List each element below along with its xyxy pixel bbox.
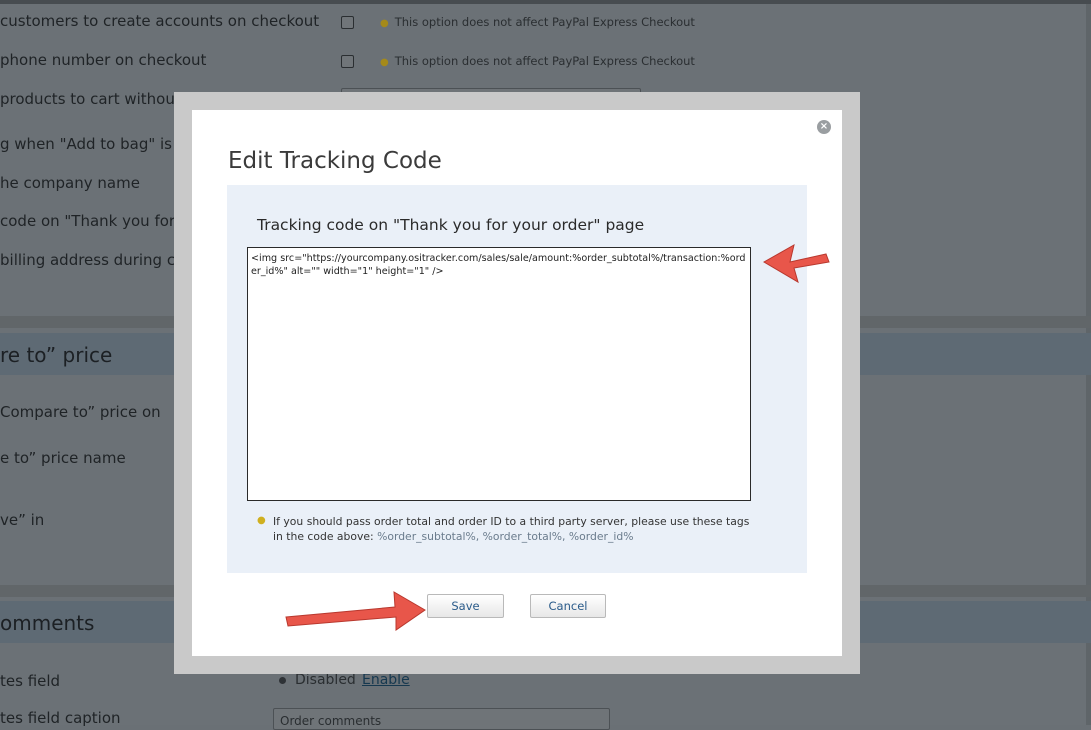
create-accounts-hint-text: This option does not affect PayPal Expre… <box>394 15 695 29</box>
phone-number-hint-text: This option does not affect PayPal Expre… <box>394 54 695 68</box>
lightbulb-icon: ● <box>257 515 266 526</box>
setting-label-save-in: ve” in <box>0 511 45 529</box>
setting-label-add-to-bag: g when "Add to bag" is cli <box>0 135 194 153</box>
cancel-button[interactable]: Cancel <box>530 594 606 618</box>
lightbulb-icon: ● <box>380 18 389 29</box>
tracking-code-hint: If you should pass order total and order… <box>273 514 753 544</box>
status-dot-icon <box>279 677 286 684</box>
setting-label-add-to-cart: products to cart without se <box>0 90 203 108</box>
setting-label-notes-caption: tes field caption <box>0 709 121 727</box>
notes-caption-input-value: Order comments <box>280 714 382 728</box>
save-button[interactable]: Save <box>427 594 504 618</box>
tracking-code-textarea[interactable] <box>247 247 751 501</box>
setting-label-compare-price-on: Compare to” price on <box>0 403 161 421</box>
setting-label-create-accounts: customers to create accounts on checkout <box>0 12 320 30</box>
setting-label-thank-you-code: code on "Thank you for y <box>0 212 189 230</box>
tracking-code-label: Tracking code on "Thank you for your ord… <box>257 216 645 234</box>
compare-price-section-title: re to” price <box>0 343 113 367</box>
create-accounts-checkbox[interactable] <box>341 16 354 29</box>
setting-label-phone-number: phone number on checkout <box>0 51 207 69</box>
phone-number-hint: ● This option does not affect PayPal Expr… <box>380 54 695 68</box>
phone-number-checkbox[interactable] <box>341 55 354 68</box>
lightbulb-icon: ● <box>380 57 389 68</box>
notes-field-status: Disabled <box>295 672 356 688</box>
comments-section-title: omments <box>0 611 95 635</box>
top-bar <box>0 0 1091 4</box>
setting-label-compare-price-name: e to” price name <box>0 449 126 467</box>
dialog-title: Edit Tracking Code <box>228 148 442 174</box>
enable-notes-link[interactable]: Enable <box>362 672 410 688</box>
create-accounts-hint: ● This option does not affect PayPal Expr… <box>380 15 695 29</box>
setting-label-notes-field: tes field <box>0 672 61 690</box>
hint-tags: %order_subtotal%, %order_total%, %order_… <box>377 530 634 543</box>
close-icon[interactable]: × <box>817 120 831 134</box>
setting-label-billing-address: billing address during che <box>0 251 194 269</box>
setting-label-company-name: he company name <box>0 174 140 192</box>
